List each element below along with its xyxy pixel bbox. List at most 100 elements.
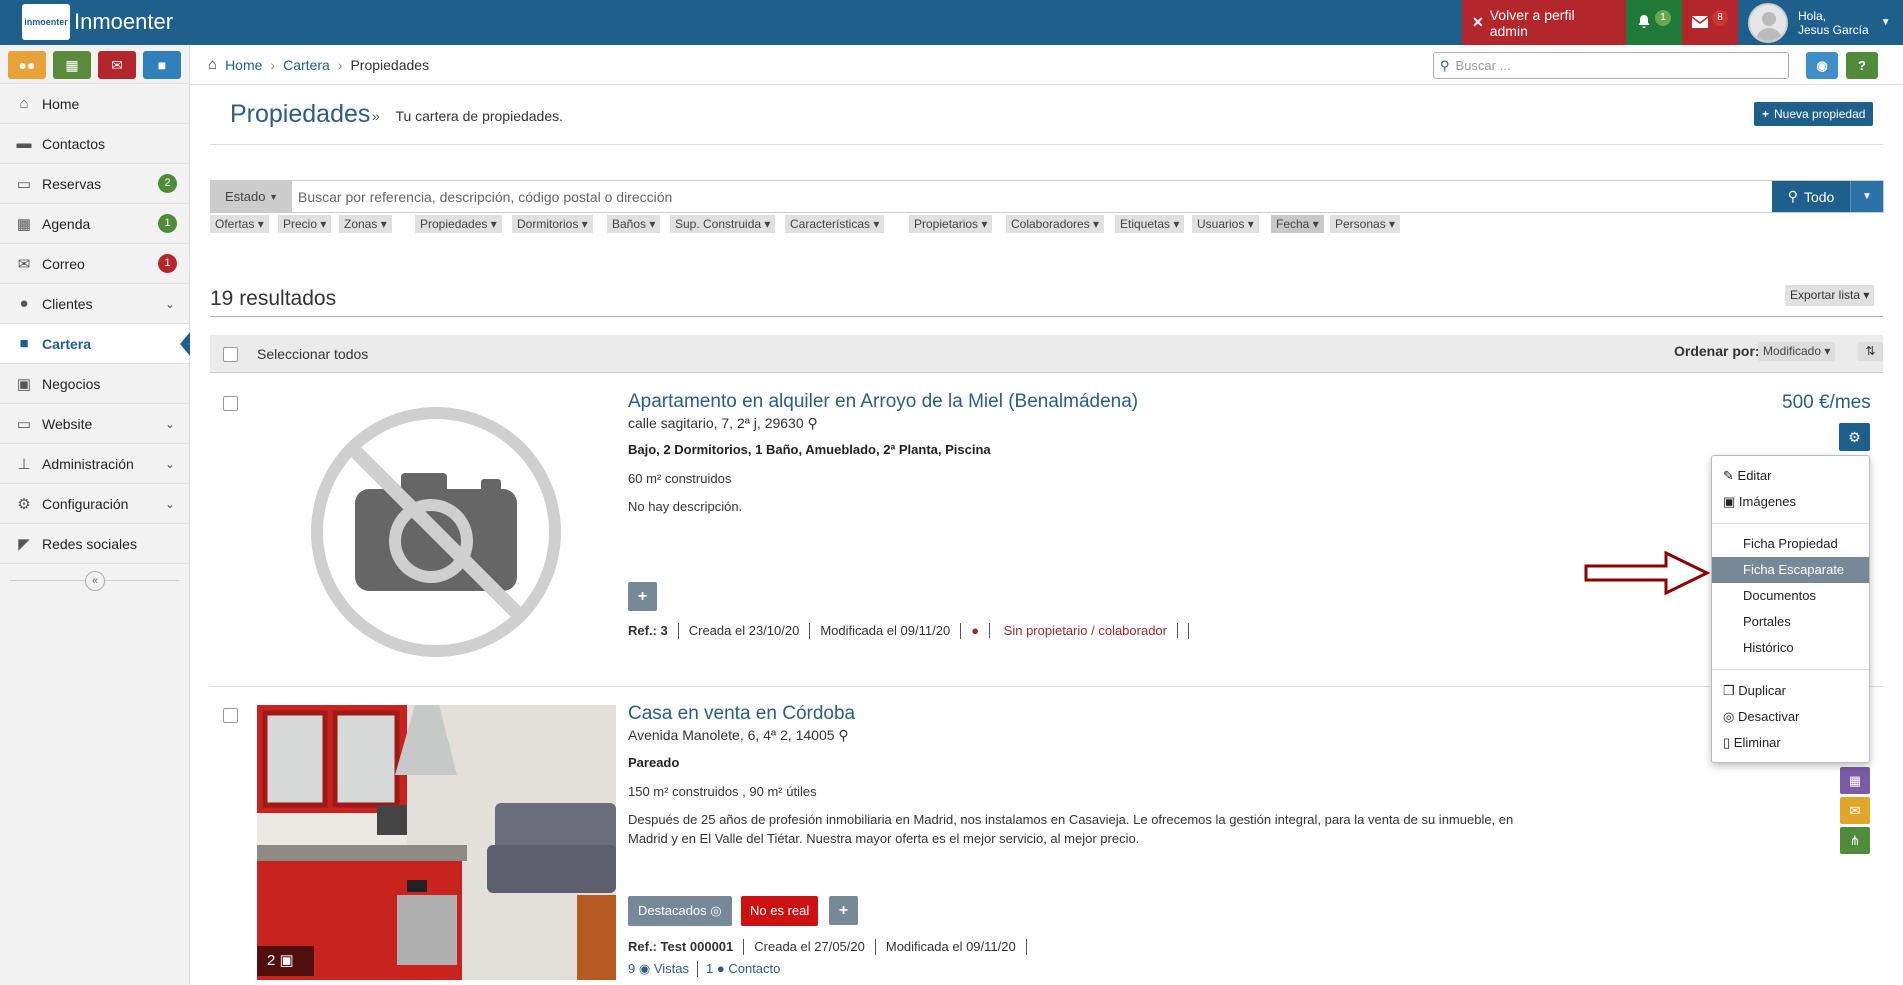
filter-search-input[interactable]: Buscar por referencia, descripción, códi… [292,181,1772,212]
filter-chip-precio[interactable]: Precio ▾ [278,215,332,233]
user-menu[interactable]: Hola, Jesus García ▼ [1738,0,1903,45]
sort-direction-button[interactable]: ⇅ [1858,342,1883,361]
photo-count-badge[interactable]: 2 ▣ [257,946,314,976]
filter-chip-usuarios[interactable]: Usuarios ▾ [1192,215,1259,233]
tag-not-real[interactable]: No es real [741,896,819,926]
sidebar-item-correo[interactable]: ✉ Correo 1 [0,243,189,283]
search-icon: ⚲ [1440,57,1450,73]
filter-chip-ofertas[interactable]: Ofertas ▾ [210,215,269,233]
page-subtitle-separator: » [372,108,380,124]
menu-item-duplicar[interactable]: ❐ Duplicar [1712,678,1869,704]
gear-icon: ⚙ [1848,429,1861,445]
menu-item-ficha-escaparate[interactable]: Ficha Escaparate [1712,557,1869,583]
notifications-button[interactable]: 1 [1626,0,1682,45]
chevron-down-icon: ⌄ [164,456,175,471]
listing-checkbox[interactable] [223,396,238,411]
filter-chip-dormitorios[interactable]: Dormitorios ▾ [512,215,593,233]
collapse-sidebar-button[interactable]: « [85,571,105,591]
sidebar-item-agenda[interactable]: ▦ Agenda 1 [0,203,189,243]
sidebar-item-contactos[interactable]: ▬ Contactos [0,123,189,163]
quick-mail-button[interactable]: ✉ [98,51,136,79]
new-property-button[interactable]: + Nueva propiedad [1754,102,1874,126]
home-icon: ⌂ [19,95,29,112]
help-button[interactable]: ? [1846,52,1878,79]
caret-down-icon: ▼ [269,191,279,202]
filter-chip-personas[interactable]: Personas ▾ [1330,215,1401,233]
global-search-input[interactable]: ⚲ Buscar ... [1433,52,1789,79]
map-marker-icon[interactable]: ⚲ [808,415,818,431]
chip-label: Colaboradores [1011,217,1090,231]
quick-calendar-button[interactable]: ▦ [53,51,91,79]
filter-chip-zonas[interactable]: Zonas ▾ [339,215,392,233]
back-to-admin-button[interactable]: ✕ Volver a perfil admin [1462,0,1626,45]
avatar [1748,2,1788,43]
messages-button[interactable]: 8 [1682,0,1738,45]
calendar-action-button[interactable]: ▦ [1840,767,1870,794]
user-name: Jesus García [1798,22,1869,37]
filter-chip-propietarios[interactable]: Propietarios ▾ [909,215,993,233]
filter-chip-caracteristicas[interactable]: Características ▾ [785,215,885,233]
top-bar: inmoenter Inmoenter ✕ Volver a perfil ad… [0,0,1903,45]
menu-item-historico[interactable]: Histórico [1712,635,1869,661]
results-count: 19 resultados [210,287,337,310]
filter-chip-etiquetas[interactable]: Etiquetas ▾ [1115,215,1185,233]
no-photo-icon[interactable] [311,407,561,657]
listing-description: Después de 25 años de profesión inmobili… [628,810,1568,848]
filter-chip-fecha[interactable]: Fecha ▾ [1271,215,1324,233]
sidebar-item-administracion[interactable]: ⊥ Administración ⌄ [0,443,189,483]
estado-dropdown[interactable]: Estado ▼ [211,181,292,212]
sidebar-item-website[interactable]: ▭ Website ⌄ [0,403,189,443]
filter-chip-colaboradores[interactable]: Colaboradores ▾ [1006,215,1105,233]
mail-action-button[interactable]: ✉ [1840,797,1870,824]
select-all-checkbox[interactable] [223,347,238,362]
listing-title[interactable]: Apartamento en alquiler en Arroyo de la … [628,391,1138,413]
contact-link[interactable]: 1 ● Contacto [706,961,780,977]
logo[interactable]: inmoenter [22,4,70,40]
envelope-icon: ✉ [111,56,123,73]
export-list-button[interactable]: Exportar lista ▾ [1785,285,1875,306]
sidebar-item-label: Agenda [42,215,91,232]
search-options-button[interactable]: ▼ [1850,181,1883,212]
menu-item-ficha-propiedad[interactable]: Ficha Propiedad [1712,531,1869,557]
sidebar-item-home[interactable]: ⌂ Home [0,83,189,123]
sidebar-item-clientes[interactable]: ● Clientes ⌄ [0,283,189,323]
filter-chip-banos[interactable]: Baños ▾ [607,215,661,233]
globe-button[interactable]: ◉ [1806,52,1838,79]
listing-checkbox[interactable] [223,708,238,723]
listing-modified: Modificada el 09/11/20 [810,623,962,639]
add-tag-button[interactable]: + [829,896,858,925]
envelope-icon: ✉ [17,255,31,273]
search-all-button[interactable]: ⚲ Todo [1772,181,1850,212]
sidebar-item-redes-sociales[interactable]: ◤ Redes sociales [0,523,189,563]
breadcrumb-cartera[interactable]: Cartera [283,57,330,73]
share-action-button[interactable]: ⋔ [1840,827,1870,854]
quick-users-button[interactable]: ●● [8,51,46,79]
order-by-select[interactable]: Modificado ▾ [1758,342,1836,361]
search-all-label: Todo [1803,188,1835,205]
menu-item-editar[interactable]: ✎ Editar [1712,463,1869,489]
quick-portfolio-button[interactable]: ■ [143,51,181,79]
select-all-label[interactable]: Seleccionar todos [257,346,368,362]
messages-count: 8 [1712,9,1728,26]
listing-actions-button[interactable]: ⚙ [1839,423,1870,451]
sidebar-item-reservas[interactable]: ▭ Reservas 2 [0,163,189,203]
add-tag-button[interactable]: + [628,582,657,611]
plus-icon: + [1762,107,1770,121]
filter-chip-propiedades[interactable]: Propiedades ▾ [415,215,502,233]
breadcrumb-home[interactable]: Home [225,57,262,73]
chip-label: Zonas [344,217,378,231]
listing-photo[interactable] [257,705,616,980]
sidebar-item-configuracion[interactable]: ⚙ Configuración ⌄ [0,483,189,523]
menu-item-eliminar[interactable]: ▯ Eliminar [1712,730,1869,756]
listing-title[interactable]: Casa en venta en Córdoba [628,703,855,725]
sidebar-item-negocios[interactable]: ▣ Negocios [0,363,189,403]
sidebar-item-cartera[interactable]: ■ Cartera [0,323,190,363]
filter-chip-sup-construida[interactable]: Sup. Construida ▾ [670,215,776,233]
menu-item-portales[interactable]: Portales [1712,609,1869,635]
menu-item-desactivar[interactable]: ◎ Desactivar [1712,704,1869,730]
views-link[interactable]: 9 ◉ Vistas [628,961,698,977]
menu-item-imagenes[interactable]: ▣ Imágenes [1712,489,1869,515]
menu-item-documentos[interactable]: Documentos [1712,583,1869,609]
tag-featured[interactable]: Destacados ◎ [628,896,732,926]
map-marker-icon[interactable]: ⚲ [838,727,848,743]
